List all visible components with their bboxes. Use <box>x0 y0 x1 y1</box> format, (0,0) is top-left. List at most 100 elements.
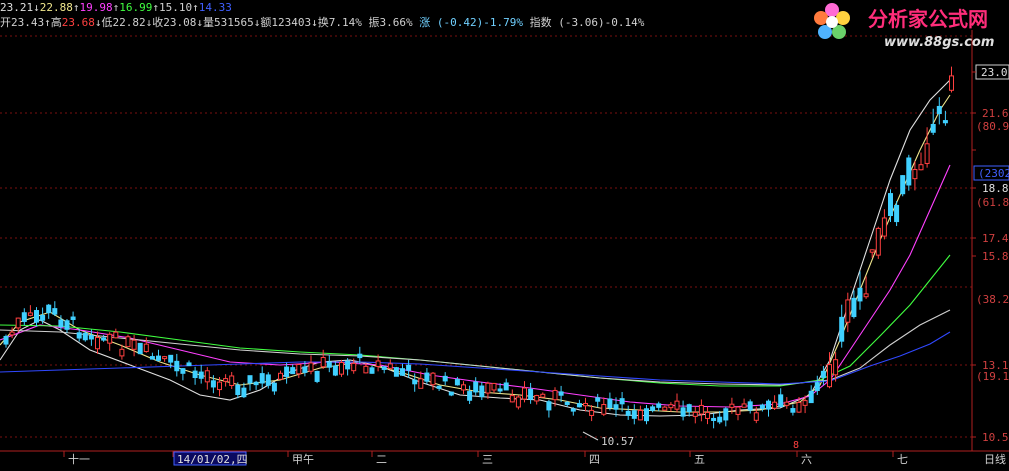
high-label: 高 <box>50 16 62 29</box>
turnover-label: 换 <box>317 16 329 29</box>
candle-body <box>680 407 686 417</box>
candle-body <box>717 416 723 423</box>
volume-value: 531565 <box>214 16 254 29</box>
candle-body <box>552 389 558 401</box>
candle-body <box>656 403 662 408</box>
candle-body <box>351 362 357 372</box>
pct-tick-label: (80.9%) <box>976 120 1009 133</box>
candle-body <box>619 398 625 405</box>
low-value: 22.82 <box>112 16 146 29</box>
candle-body <box>735 406 741 415</box>
time-tick-label: 十一 <box>68 452 90 466</box>
candle-body <box>827 364 832 388</box>
high-arrow: ↓ <box>94 16 102 29</box>
ma-arrow-4: ↑ <box>152 1 159 14</box>
time-tick-label: 七 <box>897 453 908 466</box>
candle-body <box>705 411 710 419</box>
candle-body <box>436 385 442 389</box>
candle-body <box>881 217 887 237</box>
candle-body <box>857 287 863 302</box>
candle-body <box>833 359 839 376</box>
candle-body <box>131 339 137 350</box>
time-tick-label: 14/01/02,四 <box>177 453 248 466</box>
candle-body <box>210 380 216 388</box>
index-value: (-3.06)-0.14% <box>558 16 645 29</box>
logo-url: www.88gs.com <box>884 35 994 50</box>
candle-body <box>723 408 729 421</box>
candle-body <box>217 381 222 391</box>
candle-body <box>607 398 613 409</box>
candle-body <box>406 364 412 371</box>
open-value: 23.43 <box>11 16 45 29</box>
candle-body <box>271 382 277 392</box>
candle-body <box>668 404 674 409</box>
candle-body <box>778 394 784 408</box>
logo-title: 分析家公式网 <box>868 7 988 31</box>
price-tick-label: 18.82 <box>982 182 1009 195</box>
candle-body <box>479 385 485 398</box>
candle-body <box>802 400 808 406</box>
candle-body <box>107 333 113 344</box>
candle-body <box>766 400 771 410</box>
candle-body <box>772 401 778 409</box>
candle-body <box>845 299 851 323</box>
change-label: 涨 <box>419 16 431 29</box>
price-tick-label: 17.4 <box>982 232 1009 245</box>
candle-body <box>34 310 39 323</box>
ma-arrow-5: ↑ <box>192 1 199 14</box>
candle-body <box>27 312 33 316</box>
quote-row: 开23.43↑高23.68↓低22.82↓收23.08↓量531565↓额123… <box>0 15 644 31</box>
time-tick-label: 五 <box>694 453 705 466</box>
candle-body <box>839 316 845 342</box>
candle-body <box>357 353 363 359</box>
count-box-label: (2302) <box>978 167 1009 180</box>
candle-body <box>637 409 643 421</box>
candle-body <box>631 410 637 419</box>
time-tick-label: 六 <box>801 453 812 466</box>
candle-body <box>241 387 247 398</box>
time-tick-label: 三 <box>482 453 493 466</box>
candle-body <box>558 391 564 396</box>
candle-body <box>393 367 399 377</box>
candle-body <box>149 356 155 360</box>
candle-body <box>95 336 100 350</box>
price-tick-label: 10.5 <box>982 431 1009 444</box>
candle-body <box>387 363 393 369</box>
candle-body <box>650 406 656 411</box>
open-label: 开 <box>0 16 11 29</box>
candle-body <box>308 362 314 372</box>
candle-body <box>204 370 210 383</box>
flower-icon <box>814 3 850 39</box>
close-arrow: ↓ <box>196 16 203 29</box>
candle-body <box>820 370 826 378</box>
candle-body <box>332 365 338 376</box>
candle-body <box>601 404 607 415</box>
candle-body <box>223 378 229 382</box>
candle-body <box>851 297 857 318</box>
candle-body <box>534 395 540 402</box>
amount-value: 123403 <box>271 16 312 29</box>
candle-body <box>101 337 107 341</box>
index-label: 指数 <box>529 16 552 29</box>
price-tick-label: 21.6 <box>982 107 1009 120</box>
candle-body <box>692 411 698 417</box>
price-tick-label: 23.0 <box>981 66 1008 79</box>
candle-body <box>753 412 759 421</box>
pct-tick-label: (19.1%) <box>976 370 1009 383</box>
candle-body <box>88 335 94 340</box>
candle-body <box>235 384 241 396</box>
candle-body <box>942 120 948 124</box>
min-price-label: 10.57 <box>601 435 634 448</box>
candle-body <box>888 193 893 217</box>
candle-body <box>711 417 717 421</box>
turnover-value: 7.14% <box>328 16 362 29</box>
candle-body <box>424 372 430 382</box>
candle-body <box>156 355 161 361</box>
candle-body <box>583 402 588 407</box>
candle-body <box>759 404 765 409</box>
candle-body <box>186 362 192 367</box>
candle-body <box>82 332 88 341</box>
candle-body <box>528 388 534 400</box>
close-value: 23.08 <box>163 16 197 29</box>
time-axis: 十一 14/01/02,四 甲午 二 三 四 五 六 七 日线 <box>63 451 1006 466</box>
